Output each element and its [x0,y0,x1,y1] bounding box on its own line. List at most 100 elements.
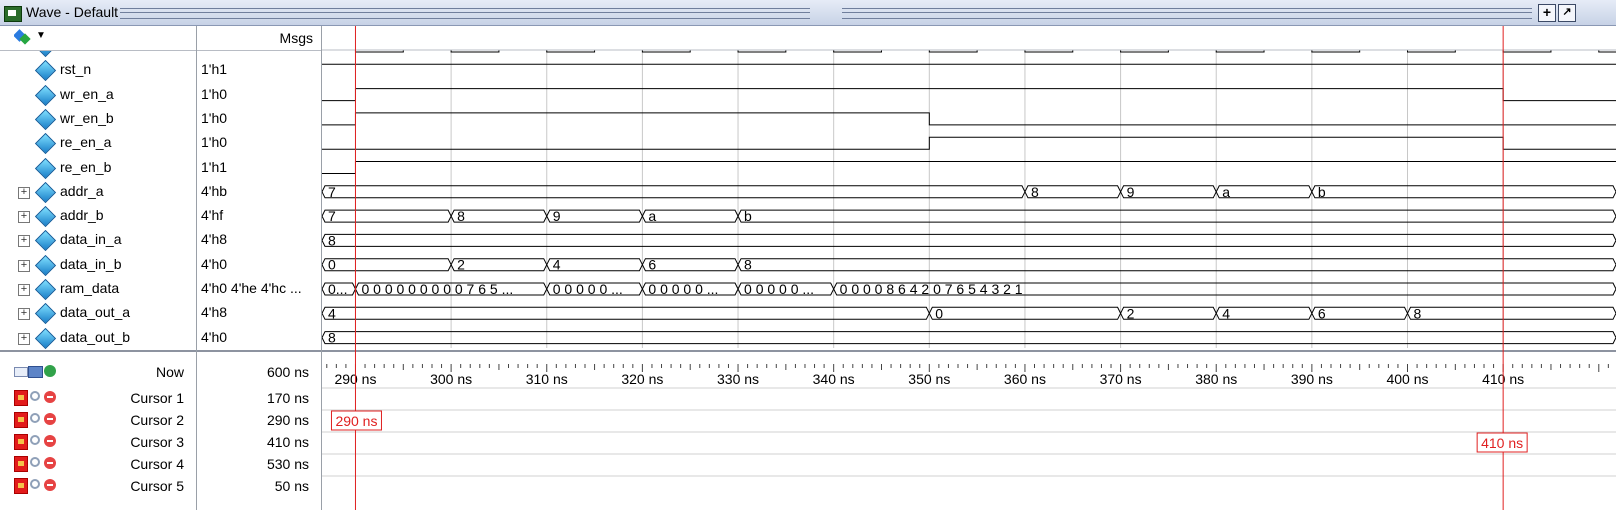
signal-diamond-icon [34,84,57,106]
titlebar-grip-right[interactable] [842,8,1532,19]
cursor-name: Cursor 4 [130,456,184,472]
lock-icon[interactable] [14,434,28,450]
value-row-ram_data[interactable]: 4'h0 4'he 4'hc ... [197,277,321,301]
cursor-flag-label: 290 ns [335,413,377,429]
wrench-icon[interactable] [30,391,40,401]
bus-segment [322,258,452,272]
cursor-row[interactable]: Cursor 2 [0,410,196,432]
signal-value: 4'h8 [201,304,228,321]
signal-row-wr_en_b[interactable]: wr_en_b [0,107,196,131]
remove-cursor-icon[interactable] [44,413,56,425]
waveform-canvas[interactable]: 7 8 9 a b 7 8 9 a b 8 0 2 4 6 8 0... 0 0 0 0 0 0 0 0 0 7 … [322,26,1616,510]
value-row-addr_a[interactable]: 4'hb [197,180,321,204]
bus-value-label: 8 [457,208,465,224]
bus-segment [546,258,643,272]
signal-row-addr_b[interactable]: + addr_b [0,204,196,228]
wave-trace-wr_en_a [322,88,1616,102]
wrench-icon[interactable] [30,413,40,423]
expand-icon[interactable]: + [18,259,30,272]
pane-divider[interactable] [197,350,321,352]
lock-icon[interactable] [14,412,28,428]
expand-icon[interactable]: + [18,235,30,248]
wave-tools-icon[interactable] [14,29,32,47]
maximize-button[interactable]: + [1538,4,1556,22]
bus-value-label: 0 0 0 0 0 ... [648,281,718,297]
signal-row-data_in_a[interactable]: + data_in_a [0,228,196,252]
cursor-name: Cursor 2 [130,412,184,428]
expand-icon[interactable]: + [18,211,30,224]
chevron-down-icon[interactable]: ▼ [36,30,46,41]
signal-diamond-icon [34,205,57,228]
cursor-row[interactable]: 410 ns [197,432,321,454]
bus-value-label: 6 [1318,305,1326,321]
bus-value-label: 4 [328,305,336,321]
value-row-re_en_a[interactable]: 1'h0 [197,131,321,155]
wrench-icon[interactable] [30,479,40,489]
remove-cursor-icon[interactable] [44,457,56,469]
signal-row-addr_a[interactable]: + addr_a [0,180,196,204]
bus-value-label: 7 [328,208,336,224]
expand-icon[interactable]: + [18,332,30,345]
cursor-row[interactable]: Cursor 5 [0,476,196,498]
signal-value: 1'h0 [201,85,228,102]
axis-tick-label: 350 ns [908,371,950,387]
value-row-wr_en_a[interactable]: 1'h0 [197,83,321,107]
cursor-name: Cursor 3 [130,434,184,450]
value-row-data_in_b[interactable]: 4'h0 [197,253,321,277]
value-row-rst_n[interactable]: 1'h1 [197,58,321,82]
expand-icon[interactable]: + [18,186,30,199]
signal-name: rst_n [60,61,92,78]
signal-row-wr_en_a[interactable]: wr_en_a [0,83,196,107]
wave-trace-wr_en_b [322,112,1616,126]
signal-row-ram_data[interactable]: + ram_data [0,277,196,301]
bus-segment [450,209,548,223]
value-row-data_in_a[interactable]: 4'h8 [197,228,321,252]
signal-name: addr_b [60,207,104,224]
bus-segment [322,209,452,223]
bus-value-label: 8 [328,330,336,346]
cursor-row[interactable]: Cursor 1 [0,388,196,410]
cursor-row[interactable]: 50 ns [197,476,321,498]
signal-value: 4'h0 4'he 4'hc ... [201,280,302,296]
signal-name: wr_en_a [60,85,114,102]
value-row-data_out_b[interactable]: 4'h0 [197,326,321,350]
cursor-tools-icon[interactable] [14,365,58,379]
value-row-addr_b[interactable]: 4'hf [197,204,321,228]
undock-button[interactable]: ↗ [1558,4,1576,22]
signal-row-data_in_b[interactable]: + data_in_b [0,253,196,277]
remove-cursor-icon[interactable] [44,435,56,447]
signal-value: 4'h0 [201,255,228,272]
cursor-row[interactable]: 530 ns [197,454,321,476]
wrench-icon[interactable] [30,457,40,467]
signal-name: wr_en_b [60,109,114,126]
cursor-row[interactable]: 170 ns [197,388,321,410]
lock-icon[interactable] [14,478,28,494]
titlebar-grip[interactable] [120,8,810,19]
signal-row-data_out_a[interactable]: + data_out_a [0,301,196,325]
wrench-icon[interactable] [30,435,40,445]
signal-row-rst_n[interactable]: rst_n [0,58,196,82]
cursor-row[interactable]: Cursor 4 [0,454,196,476]
waveform-pane[interactable]: 7 8 9 a b 7 8 9 a b 8 0 2 4 6 8 0... 0 0 0 0 0 0 0 0 0 7 … [322,26,1616,510]
value-row-re_en_b[interactable]: 1'h1 [197,156,321,180]
lock-icon[interactable] [14,390,28,406]
remove-cursor-icon[interactable] [44,479,56,491]
value-row-wr_en_b[interactable]: 1'h0 [197,107,321,131]
cursor-row[interactable]: Cursor 3 [0,432,196,454]
bus-value-label: a [648,208,656,224]
signal-row-re_en_a[interactable]: re_en_a [0,131,196,155]
remove-cursor-icon[interactable] [44,391,56,403]
expand-icon[interactable]: + [18,284,30,296]
lock-icon[interactable] [14,456,28,472]
bus-segment [1024,185,1122,199]
expand-icon[interactable]: + [18,308,30,321]
value-row-data_out_a[interactable]: 4'h8 [197,301,321,325]
signal-row-re_en_b[interactable]: re_en_b [0,156,196,180]
cursor-row[interactable]: 290 ns [197,410,321,432]
cursor-value: 170 ns [266,390,309,406]
pane-divider[interactable] [0,350,196,352]
cursor-value: 290 ns [266,412,309,428]
signal-row-data_out_b[interactable]: + data_out_b [0,326,196,350]
bus-value-label: 7 [328,184,336,200]
bus-value-label: 4 [1222,305,1230,321]
